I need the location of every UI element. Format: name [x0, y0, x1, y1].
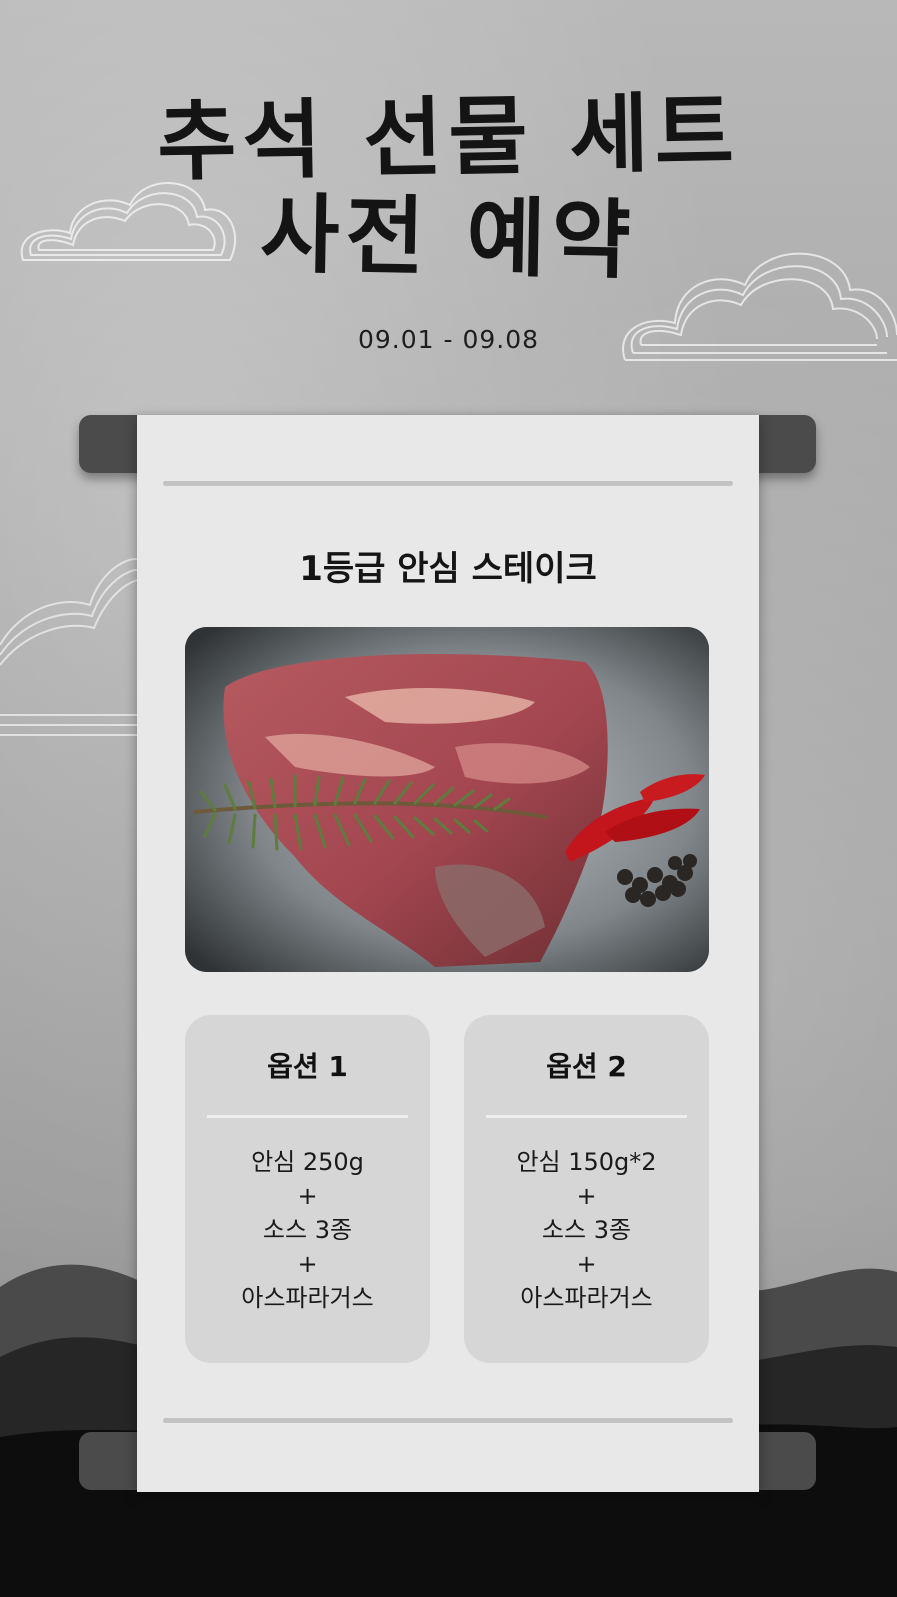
- option-item: 아스파라거스: [241, 1284, 374, 1312]
- option-contents: 안심 150g*2 + 소스 3종 + 아스파라거스: [464, 1145, 709, 1315]
- date-range: 09.01 - 09.08: [357, 325, 540, 354]
- page-title-line-2: 사전 예약: [259, 183, 638, 292]
- option-plus: +: [576, 1250, 597, 1278]
- option-item: 아스파라거스: [520, 1284, 653, 1312]
- option-title: 옵션 1: [267, 1050, 348, 1083]
- page-title-line-1: 추석 선물 세트: [156, 81, 741, 194]
- option-item: 안심 150g*2: [516, 1148, 657, 1176]
- option-plus: +: [297, 1182, 318, 1210]
- option-plus: +: [576, 1182, 597, 1210]
- option-plus: +: [297, 1250, 318, 1278]
- divider: [163, 1418, 733, 1423]
- divider: [163, 481, 733, 486]
- option-divider: [486, 1115, 687, 1118]
- product-title: 1등급 안심 스테이크: [299, 549, 597, 589]
- option-item: 소스 3종: [262, 1216, 353, 1244]
- option-contents: 안심 250g + 소스 3종 + 아스파라거스: [185, 1145, 430, 1315]
- steak-photo: [185, 627, 709, 972]
- option-card-1[interactable]: 옵션 1 안심 250g + 소스 3종 + 아스파라거스: [185, 1015, 430, 1363]
- option-title: 옵션 2: [546, 1050, 627, 1083]
- option-item: 소스 3종: [541, 1216, 632, 1244]
- scroll-paper: 1등급 안심 스테이크 옵션 1 안심 250g + 소스 3종 + 아스파라거…: [137, 415, 759, 1492]
- option-item: 안심 250g: [251, 1148, 364, 1176]
- cloud-icon: [0, 558, 140, 736]
- option-card-2[interactable]: 옵션 2 안심 150g*2 + 소스 3종 + 아스파라거스: [464, 1015, 709, 1363]
- option-divider: [207, 1115, 408, 1118]
